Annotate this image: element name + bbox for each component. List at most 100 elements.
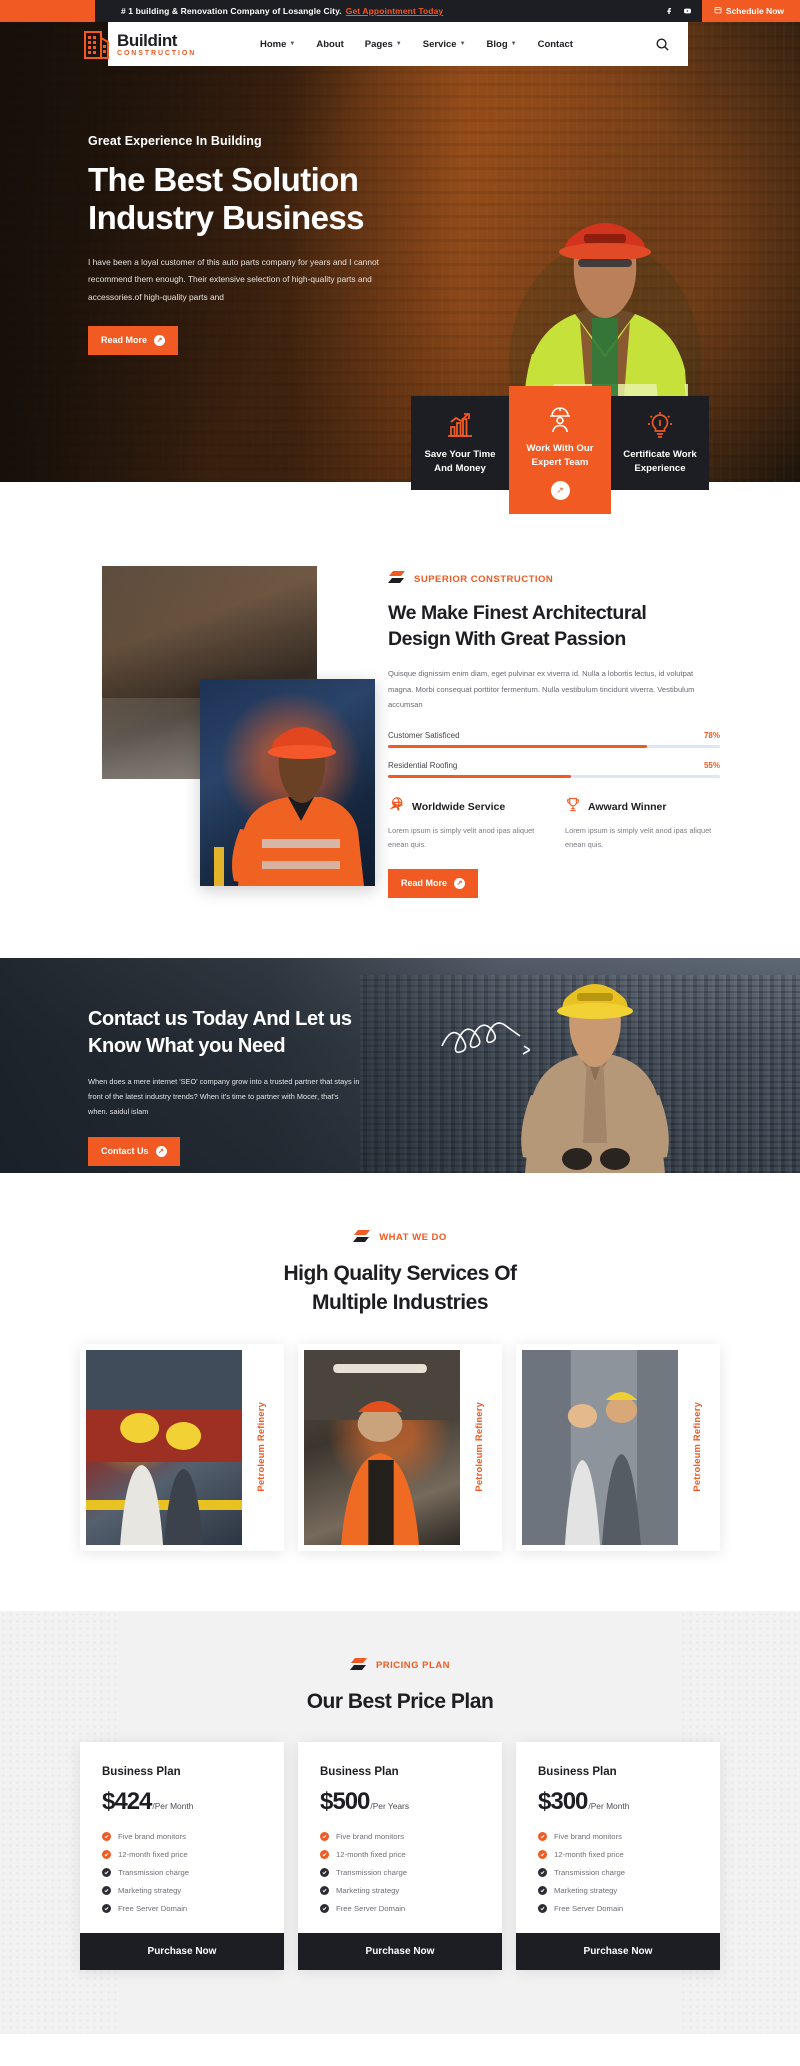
- plan-feature: Transmission charge: [538, 1867, 698, 1877]
- nav-item-service[interactable]: Service ▼: [423, 39, 466, 50]
- feature-box-label: Certificate Work Experience: [623, 448, 696, 476]
- skill-header: Residential Roofing 55%: [388, 761, 720, 770]
- topbar-message: # 1 building & Renovation Company of Los…: [95, 0, 666, 22]
- building-icon: [84, 31, 109, 59]
- lightbulb-icon: [647, 410, 673, 440]
- search-icon[interactable]: [652, 34, 672, 54]
- nav-item-about[interactable]: About: [316, 39, 343, 50]
- purchase-now-button[interactable]: Purchase Now: [516, 1932, 720, 1970]
- plan-price-row: $300 /Per Month: [538, 1788, 698, 1816]
- chevron-down-icon: ▼: [395, 41, 402, 47]
- about-images: [80, 566, 375, 886]
- skill-residential-roofing: Residential Roofing 55%: [388, 761, 720, 778]
- schedule-now-button[interactable]: Schedule Now: [701, 0, 800, 22]
- services-eyebrow: WHAT WE DO: [379, 1232, 447, 1244]
- feature-line1: Certificate Work: [623, 449, 697, 460]
- plan-feature-list: Five brand monitors 12-month fixed price…: [320, 1831, 480, 1913]
- about-worker-image: [200, 679, 375, 886]
- feature-box-label: Save Your Time And Money: [425, 448, 496, 476]
- plan-feature: Five brand monitors: [102, 1831, 262, 1841]
- skill-percent: 78%: [703, 730, 720, 740]
- check-circle-icon: [538, 1903, 547, 1913]
- feature-box-expert-team[interactable]: Work With Our Expert Team ↗: [509, 386, 611, 514]
- nav-item-blog[interactable]: Blog ▼: [487, 39, 517, 50]
- logo-text-block: Buildint CONSTRUCTION: [117, 31, 196, 57]
- nav-label-pages: Pages: [364, 38, 393, 50]
- plan-feature: 12-month fixed price: [320, 1849, 480, 1859]
- about-feature-header: Awward Winner: [565, 796, 720, 818]
- plan-feature-text: 12-month fixed price: [554, 1849, 624, 1859]
- check-circle-icon: [102, 1849, 111, 1859]
- arrow-up-right-icon: ↗: [454, 877, 466, 889]
- services-eyebrow-row: WHAT WE DO: [0, 1229, 800, 1247]
- service-card-image: [522, 1349, 678, 1545]
- service-image-illustration: [86, 1349, 242, 1545]
- nav-item-pages[interactable]: Pages ▼: [365, 39, 402, 50]
- purchase-now-button[interactable]: Purchase Now: [80, 1932, 284, 1970]
- about-read-more-label: Read More: [401, 877, 448, 888]
- service-image-illustration: [522, 1349, 678, 1545]
- get-appointment-link[interactable]: Get Appointment Today: [346, 6, 443, 16]
- main-header: Buildint CONSTRUCTION Home ▼ About Pages…: [84, 22, 688, 66]
- logo-subtitle: CONSTRUCTION: [117, 50, 197, 57]
- plan-name: Business Plan: [320, 1765, 399, 1778]
- feature-line1: Work With Our: [526, 443, 594, 454]
- growth-chart-icon: [446, 410, 474, 440]
- plan-feature-text: Five brand monitors: [118, 1831, 186, 1841]
- feature-box-label: Work With Our Expert Team: [527, 442, 594, 470]
- hero-read-more-button[interactable]: Read More ↗: [88, 326, 179, 356]
- pricing-card-body: Business Plan $300 /Per Month Five brand…: [516, 1742, 720, 1933]
- skill-label: Customer Satisficed: [388, 730, 460, 740]
- nav-item-contact[interactable]: Contact: [538, 39, 573, 50]
- services-title: High Quality Services Of Multiple Indust…: [0, 1259, 800, 1318]
- about-feature-text: Lorem ipsum is simply velit anod ipas al…: [565, 825, 712, 850]
- contact-us-button[interactable]: Contact Us ↗: [88, 1136, 180, 1166]
- about-title-line1: We Make Finest Architectural: [388, 602, 647, 624]
- cta-worker-image: [521, 983, 669, 1173]
- nav-label-blog: Blog: [486, 38, 508, 50]
- site-logo[interactable]: Buildint CONSTRUCTION: [80, 22, 196, 66]
- landing-page: # 1 building & Renovation Company of Los…: [0, 0, 800, 2034]
- services-section: WHAT WE DO High Quality Services Of Mult…: [0, 1172, 800, 1611]
- feature-boxes: Save Your Time And Money Work With Our E…: [411, 386, 709, 514]
- pricing-card: Business Plan $300 /Per Month Five brand…: [516, 1741, 720, 1970]
- nav-item-home[interactable]: Home ▼: [260, 39, 295, 50]
- about-eyebrow-row: SUPERIOR CONSTRUCTION: [388, 570, 720, 588]
- plan-feature-text: Marketing strategy: [336, 1885, 400, 1895]
- pricing-cards: Business Plan $424 /Per Month Five brand…: [80, 1741, 720, 1970]
- arrow-up-right-icon[interactable]: ↗: [550, 480, 570, 500]
- check-circle-icon: [102, 1867, 111, 1877]
- brand-shape-icon: [388, 570, 406, 588]
- facebook-icon[interactable]: [666, 7, 674, 15]
- nav-label-home: Home: [260, 38, 287, 50]
- cta-title: Contact us Today And Let us Know What yo…: [88, 1006, 420, 1061]
- plan-feature: Five brand monitors: [538, 1831, 698, 1841]
- hero-description: I have been a loyal customer of this aut…: [88, 256, 379, 302]
- purchase-now-button[interactable]: Purchase Now: [298, 1932, 502, 1970]
- skill-percent: 55%: [703, 760, 720, 770]
- services-title-line2: Multiple Industries: [311, 1291, 489, 1315]
- service-card[interactable]: Petroleum Refinery: [80, 1343, 284, 1551]
- service-card[interactable]: Petroleum Refinery: [516, 1343, 720, 1551]
- about-feature-list: Worldwide Service Lorem ipsum is simply …: [388, 796, 720, 853]
- check-circle-icon: [538, 1849, 547, 1859]
- plan-feature: Marketing strategy: [320, 1885, 480, 1895]
- feature-box-save-time[interactable]: Save Your Time And Money: [411, 396, 509, 490]
- globe-plane-icon: [388, 796, 405, 818]
- plan-feature: Marketing strategy: [102, 1885, 262, 1895]
- service-card-image: [304, 1349, 460, 1545]
- chevron-down-icon: ▼: [289, 41, 296, 47]
- skill-label: Residential Roofing: [388, 760, 458, 770]
- chevron-down-icon: ▼: [510, 41, 517, 47]
- check-circle-icon: [320, 1903, 329, 1913]
- about-read-more-button[interactable]: Read More ↗: [388, 868, 479, 898]
- plan-feature: Free Server Domain: [320, 1903, 480, 1913]
- schedule-now-label: Schedule Now: [725, 6, 784, 16]
- plan-name: Business Plan: [538, 1765, 617, 1778]
- feature-box-certificate-work[interactable]: Certificate Work Experience: [611, 396, 709, 490]
- youtube-icon[interactable]: [683, 7, 692, 15]
- service-card-label-wrap: Petroleum Refinery: [460, 1350, 496, 1545]
- plan-feature-text: 12-month fixed price: [336, 1849, 406, 1859]
- plan-period: /Per Month: [588, 1800, 630, 1811]
- service-card[interactable]: Petroleum Refinery: [298, 1343, 502, 1551]
